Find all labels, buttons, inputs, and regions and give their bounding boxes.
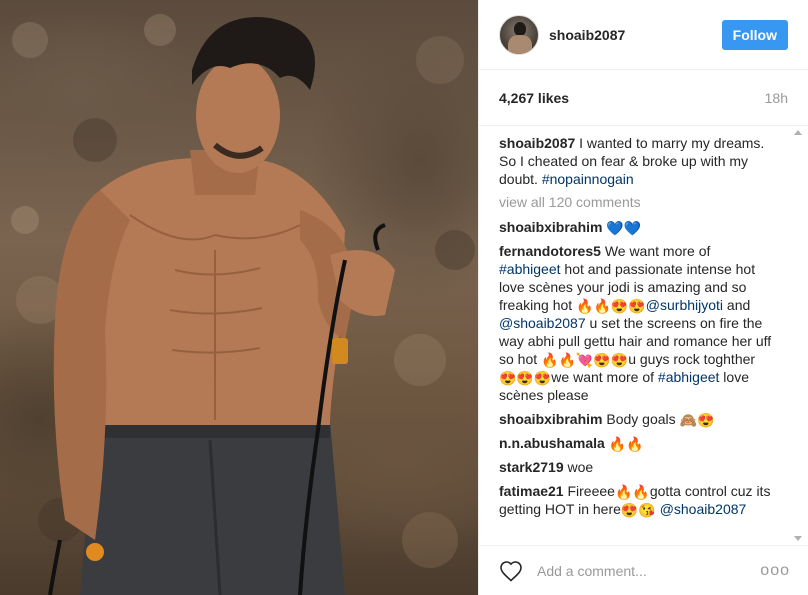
comment-text: we want more of [551, 369, 658, 385]
follow-button[interactable]: Follow [721, 19, 788, 50]
comment-text: Fireeee [567, 483, 615, 499]
emoji-icon: 🔥🔥💘😍😍 [541, 352, 629, 368]
instagram-post: shoaib2087 Follow 4,267 likes 18h shoaib… [0, 0, 808, 595]
caption: shoaib2087 I wanted to marry my dreams. … [499, 134, 772, 188]
comment: fatimae21 Fireeee🔥🔥gotta control cuz its… [499, 482, 772, 518]
post-sidebar: shoaib2087 Follow 4,267 likes 18h shoaib… [478, 0, 808, 595]
comment-text: and [723, 297, 751, 313]
comment-link[interactable]: #abhigeet [658, 369, 720, 385]
comments-list[interactable]: shoaib2087 I wanted to marry my dreams. … [479, 126, 808, 545]
emoji-icon: 🔥🔥😍😍 [576, 298, 646, 314]
caption-username[interactable]: shoaib2087 [499, 135, 575, 151]
emoji-icon: 😍😘 [620, 502, 656, 518]
comment-link[interactable]: @shoaib2087 [660, 501, 747, 517]
comment-text: Body goals [606, 411, 680, 427]
emoji-icon: 🔥🔥 [614, 484, 650, 500]
emoji-icon: 😍😍😍 [499, 370, 552, 386]
comment: fernandotores5 We want more of #abhigeet… [499, 242, 772, 404]
post-meta: 4,267 likes 18h [479, 70, 808, 126]
comment: shoaibxibrahim Body goals 🙈😍 [499, 410, 772, 428]
comment-container: shoaibxibrahim 💙💙 fernandotores5 We want … [499, 218, 772, 518]
emoji-icon: 🙈😍 [679, 412, 715, 428]
likes-count[interactable]: 4,267 likes [499, 90, 569, 106]
comment-username[interactable]: shoaibxibrahim [499, 219, 602, 235]
comment-username[interactable]: shoaibxibrahim [499, 411, 602, 427]
comment-link[interactable]: @surbhijyoti [646, 297, 723, 313]
post-photo[interactable] [0, 0, 478, 595]
comment-link[interactable]: #abhigeet [499, 261, 561, 277]
avatar-body [508, 34, 532, 54]
scroll-up-icon[interactable] [794, 130, 802, 135]
comment-username[interactable]: n.n.abushamala [499, 435, 605, 451]
heart-outline-icon[interactable] [499, 560, 523, 582]
avatar-head [514, 21, 526, 36]
comment-text: We want more of [604, 243, 711, 259]
comment-link[interactable]: @shoaib2087 [499, 315, 586, 331]
post-footer: ooo [479, 545, 808, 595]
comment: stark2719 woe [499, 458, 772, 476]
scrollbar[interactable] [794, 126, 804, 545]
add-comment-input[interactable] [537, 562, 761, 579]
comment: shoaibxibrahim 💙💙 [499, 218, 772, 236]
caption-hashtag[interactable]: #nopainnogain [542, 171, 634, 187]
avatar[interactable] [499, 14, 539, 55]
comment: n.n.abushamala 🔥🔥 [499, 434, 772, 452]
emoji-icon: 🔥🔥 [608, 436, 644, 452]
username[interactable]: shoaib2087 [549, 27, 722, 43]
view-all-comments-link[interactable]: view all 120 comments [499, 194, 772, 210]
comment-username[interactable]: fernandotores5 [499, 243, 601, 259]
emoji-icon: 💙💙 [606, 220, 642, 236]
more-options-icon[interactable]: ooo [760, 562, 790, 580]
photo-illustration [11, 14, 475, 595]
post-header: shoaib2087 Follow [479, 0, 808, 70]
post-time[interactable]: 18h [765, 90, 788, 106]
comment-username[interactable]: fatimae21 [499, 483, 564, 499]
scroll-down-icon[interactable] [794, 536, 802, 541]
comment-text: u guys rock toghther [628, 351, 756, 367]
comment-text: woe [567, 459, 594, 475]
comment-username[interactable]: stark2719 [499, 459, 564, 475]
